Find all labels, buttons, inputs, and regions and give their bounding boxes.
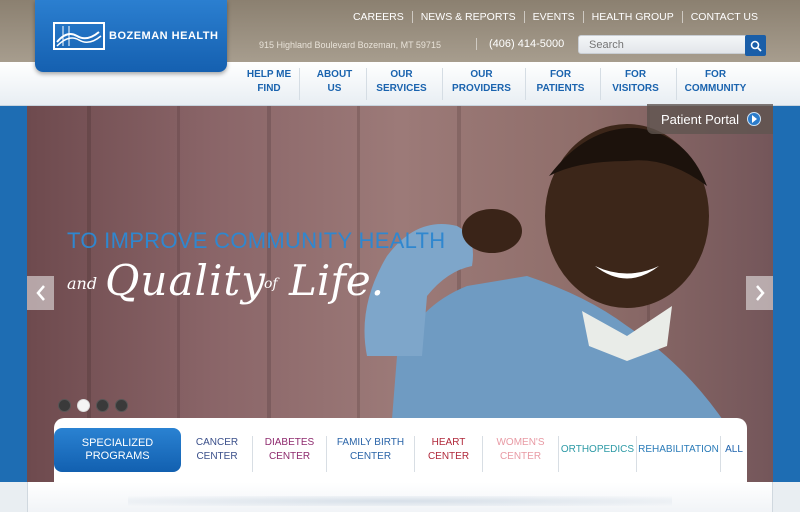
slider-next-button[interactable] bbox=[746, 276, 773, 310]
nav-label: FOR bbox=[549, 69, 572, 80]
utility-nav: CAREERS NEWS & REPORTS EVENTS HEALTH GRO… bbox=[345, 11, 766, 23]
slider-dots bbox=[58, 399, 128, 412]
arrow-right-circle-icon bbox=[747, 112, 762, 126]
program-label: CENTER bbox=[268, 451, 311, 462]
util-link-careers[interactable]: CAREERS bbox=[345, 11, 412, 23]
address: 915 Highland Boulevard Bozeman, MT 59715 bbox=[259, 40, 441, 50]
program-label: ALL bbox=[725, 444, 743, 455]
hero-tagline-life: Life. bbox=[289, 256, 385, 305]
util-link-news-reports[interactable]: NEWS & REPORTS bbox=[411, 11, 524, 23]
nav-for-visitors[interactable]: FOR VISITORS bbox=[600, 68, 670, 100]
search-icon bbox=[750, 40, 762, 52]
nav-label: PROVIDERS bbox=[452, 83, 511, 94]
nav-label: OUR bbox=[390, 69, 413, 80]
program-orthopedics[interactable]: ORTHOPEDICS bbox=[558, 436, 636, 472]
slider-dot-4[interactable] bbox=[115, 399, 128, 412]
logo-mark-icon bbox=[53, 22, 105, 50]
slider-dot-1[interactable] bbox=[58, 399, 71, 412]
program-diabetes-center[interactable]: DIABETES CENTER bbox=[252, 436, 326, 472]
content-card bbox=[27, 482, 773, 512]
nav-label: OUR bbox=[470, 69, 493, 80]
phone-number[interactable]: (406) 414-5000 bbox=[476, 38, 564, 50]
program-label: ORTHOPEDICS bbox=[560, 444, 635, 455]
nav-label: HELP ME bbox=[246, 69, 292, 80]
logo[interactable]: BOZEMAN HEALTH bbox=[35, 0, 227, 72]
nav-label: COMMUNITY bbox=[684, 83, 747, 94]
nav-label: VISITORS bbox=[612, 83, 659, 94]
util-link-events[interactable]: EVENTS bbox=[523, 11, 583, 23]
programs-label-line: SPECIALIZED bbox=[81, 437, 154, 449]
program-heart-center[interactable]: HEART CENTER bbox=[414, 436, 482, 472]
hero-tagline-of: of bbox=[264, 276, 278, 292]
slider-prev-button[interactable] bbox=[27, 276, 54, 310]
nav-label: ABOUT bbox=[316, 69, 353, 80]
program-label: FAMILY BIRTH bbox=[336, 437, 405, 448]
nav-help-me-find[interactable]: HELP ME FIND bbox=[234, 68, 304, 100]
program-label: DIABETES bbox=[264, 437, 315, 448]
program-label: HEART bbox=[431, 437, 466, 448]
slider-dot-2[interactable] bbox=[77, 399, 90, 412]
nav-label: US bbox=[327, 83, 342, 94]
program-label: CENTER bbox=[499, 451, 542, 462]
chevron-right-icon bbox=[755, 285, 765, 301]
nav-about-us[interactable]: ABOUT US bbox=[299, 68, 369, 100]
search-input[interactable] bbox=[578, 35, 748, 54]
program-label: REHABILITATION bbox=[638, 444, 719, 455]
specialized-programs-bar: SPECIALIZED PROGRAMS CANCER CENTER DIABE… bbox=[54, 418, 747, 482]
patient-portal-label: Patient Portal bbox=[661, 111, 740, 127]
patient-portal-button[interactable]: Patient Portal bbox=[647, 104, 773, 134]
nav-for-patients[interactable]: FOR PATIENTS bbox=[525, 68, 595, 100]
program-label: CENTER bbox=[349, 451, 392, 462]
search-button[interactable] bbox=[745, 35, 766, 56]
program-cancer-center[interactable]: CANCER CENTER bbox=[194, 436, 240, 472]
nav-label: PATIENTS bbox=[536, 83, 585, 94]
nav-label: SERVICES bbox=[376, 83, 427, 94]
util-link-health-group[interactable]: HEALTH GROUP bbox=[582, 11, 682, 23]
programs-label-line: PROGRAMS bbox=[85, 450, 150, 462]
program-label: CENTER bbox=[196, 451, 238, 462]
hero-tagline-and: and bbox=[67, 274, 98, 293]
program-all[interactable]: ALL bbox=[720, 436, 747, 472]
card-shadow bbox=[128, 496, 672, 506]
program-label: CANCER bbox=[195, 437, 239, 448]
util-link-contact-us[interactable]: CONTACT US bbox=[681, 11, 766, 23]
hero-tagline-quality: Quality bbox=[105, 256, 266, 305]
program-label: CENTER bbox=[427, 451, 470, 462]
nav-label: FOR bbox=[624, 69, 647, 80]
program-womens-center[interactable]: WOMEN'S CENTER bbox=[482, 436, 558, 472]
logo-text: BOZEMAN HEALTH bbox=[109, 30, 219, 42]
nav-our-services[interactable]: OUR SERVICES bbox=[366, 68, 436, 100]
nav-our-providers[interactable]: OUR PROVIDERS bbox=[442, 68, 520, 100]
slider-dot-3[interactable] bbox=[96, 399, 109, 412]
program-rehabilitation[interactable]: REHABILITATION bbox=[636, 436, 720, 472]
chevron-left-icon bbox=[35, 285, 45, 301]
search-box bbox=[578, 35, 766, 56]
nav-label: FOR bbox=[704, 69, 727, 80]
nav-label: FIND bbox=[257, 83, 281, 94]
hero-headline: TO IMPROVE COMMUNITY HEALTH bbox=[67, 228, 446, 253]
specialized-programs-label[interactable]: SPECIALIZED PROGRAMS bbox=[54, 428, 181, 472]
program-family-birth-center[interactable]: FAMILY BIRTH CENTER bbox=[326, 436, 414, 472]
nav-for-community[interactable]: FOR COMMUNITY bbox=[676, 68, 754, 100]
program-label: WOMEN'S bbox=[496, 437, 545, 448]
